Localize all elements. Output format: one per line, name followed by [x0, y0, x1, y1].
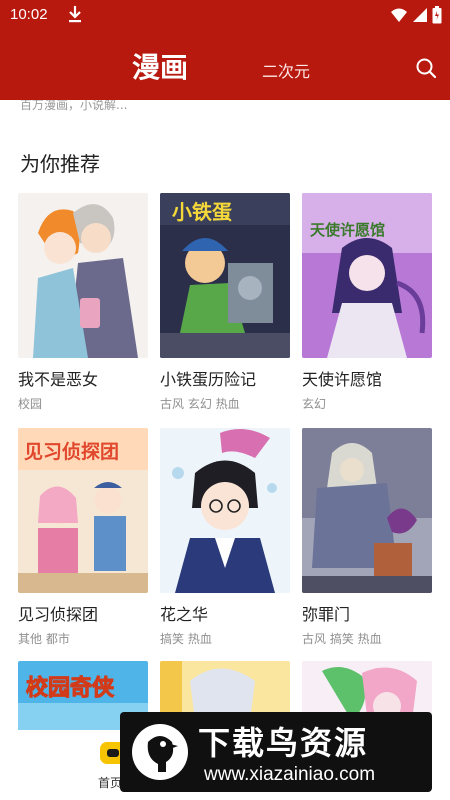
comic-card[interactable]: 见习侦探团 见习侦探团 其他 都市 — [18, 428, 148, 647]
download-icon — [69, 6, 81, 23]
page-title: 漫画 — [132, 51, 189, 84]
status-time: 10:02 — [10, 6, 48, 23]
status-bar: 10:02 — [0, 0, 450, 32]
section-title: 为你推荐 — [20, 152, 100, 176]
signal-icon — [413, 8, 427, 22]
wifi-icon — [391, 8, 407, 22]
comic-card[interactable]: 花之华 搞笑 热血 — [160, 428, 290, 647]
battery-icon — [432, 6, 442, 24]
watermark-title: 下载鸟资源 — [198, 724, 369, 762]
comic-cover[interactable]: 小铁蛋 — [160, 193, 290, 358]
comic-title: 弥罪门 — [302, 605, 351, 624]
cover-title-text: 天使许愿馆 — [310, 221, 385, 239]
comic-cover[interactable] — [18, 193, 148, 358]
comic-tags: 搞笑 热血 — [160, 632, 212, 646]
comic-tags: 玄幻 — [302, 397, 327, 411]
comic-tags: 古风 玄幻 热血 — [160, 397, 240, 411]
app-header: 漫画 二次元 — [0, 32, 450, 100]
subtitle-text: 百万漫画，小说解... — [20, 100, 128, 112]
watermark-banner: 下载鸟资源 www.xiazainiao.com — [120, 712, 432, 792]
comic-title: 我不是恶女 — [18, 370, 99, 389]
comic-title: 见习侦探团 — [18, 605, 99, 624]
status-icons — [390, 6, 442, 24]
comic-card[interactable]: 弥罪门 古风 搞笑 热血 — [302, 428, 432, 647]
comic-card[interactable]: 我不是恶女 校园 — [18, 193, 148, 412]
comic-title: 小铁蛋历险记 — [160, 370, 257, 389]
tab-erciyuan[interactable]: 二次元 — [262, 58, 310, 82]
comic-cover[interactable] — [302, 428, 432, 593]
bird-logo-icon — [132, 724, 188, 780]
cover-title-text: 见习侦探团 — [24, 440, 119, 463]
comic-cover[interactable]: 见习侦探团 — [18, 428, 148, 593]
comic-card[interactable]: 小铁蛋 小铁蛋历险记 古风 玄幻 热血 — [160, 193, 290, 412]
comic-title: 天使许愿馆 — [302, 370, 383, 389]
watermark-url: www.xiazainiao.com — [204, 764, 376, 785]
comic-tags: 其他 都市 — [18, 632, 70, 646]
comic-cover[interactable]: 天使许愿馆 — [302, 193, 432, 358]
search-icon[interactable] — [414, 56, 438, 80]
cover-title-text: 校园奇侠 — [26, 675, 115, 701]
comic-card[interactable]: 天使许愿馆 天使许愿馆 玄幻 — [302, 193, 432, 412]
comic-tags: 校园 — [18, 397, 43, 411]
subtitle-strip: 百万漫画，小说解... — [20, 100, 127, 114]
nav-home-label[interactable]: 首页 — [98, 774, 122, 791]
comic-tags: 古风 搞笑 热血 — [302, 632, 382, 646]
comic-cover[interactable] — [160, 428, 290, 593]
cover-title-text: 小铁蛋 — [172, 200, 232, 224]
comic-title: 花之华 — [160, 605, 209, 624]
